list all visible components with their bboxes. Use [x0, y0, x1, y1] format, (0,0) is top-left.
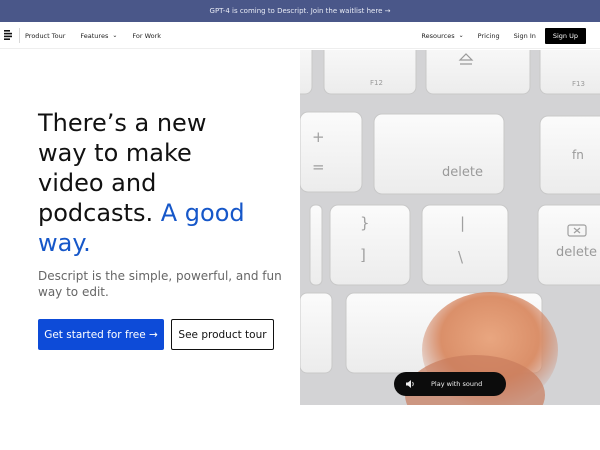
hero-title-accent-2: way.	[38, 229, 91, 257]
top-nav: Product Tour Features ⌄ For Work Resourc…	[0, 22, 600, 49]
nav-resources[interactable]: Resources ⌄	[421, 32, 463, 40]
chevron-down-icon: ⌄	[458, 32, 464, 39]
speaker-icon	[406, 380, 414, 388]
key-legend: F13	[572, 80, 585, 88]
nav-pricing-label: Pricing	[477, 31, 500, 40]
hero-title: There’s a new way to make video and podc…	[38, 108, 288, 258]
nav-divider	[19, 28, 20, 43]
nav-resources-label: Resources	[421, 31, 455, 40]
nav-product-tour[interactable]: Product Tour	[25, 32, 65, 40]
key-legend: delete	[442, 165, 483, 180]
play-with-sound-button[interactable]: Play with sound	[394, 372, 506, 396]
hero-subtitle: Descript is the simple, powerful, and fu…	[38, 269, 282, 299]
key-legend: |	[460, 214, 465, 232]
play-with-sound-label: Play with sound	[431, 380, 483, 388]
hero-title-line: way to make	[38, 139, 192, 167]
keyboard-video-frame: F12 F13 delete fn + = } ] | \ delete	[300, 50, 600, 405]
nav-for-work[interactable]: For Work	[132, 32, 161, 40]
sign-up-button[interactable]: Sign Up	[544, 27, 586, 44]
key-legend: fn	[572, 148, 584, 162]
key-legend: +	[312, 128, 325, 146]
key-legend: }	[360, 214, 370, 232]
hero-title-line: There’s a new	[38, 109, 207, 137]
nav-sign-in-label: Sign In	[513, 31, 536, 40]
announcement-banner[interactable]: GPT-4 is coming to Descript. Join the wa…	[0, 0, 600, 22]
hero-title-accent: A good	[160, 199, 245, 227]
hero-title-line: podcasts.	[38, 199, 154, 227]
nav-pricing[interactable]: Pricing	[478, 32, 500, 40]
nav-sign-in[interactable]: Sign In	[514, 32, 536, 40]
nav-features-label: Features	[80, 31, 109, 40]
key-legend: =	[312, 158, 325, 176]
nav-features[interactable]: Features ⌄	[80, 32, 117, 40]
key-legend: delete	[556, 245, 597, 260]
nav-for-work-label: For Work	[132, 31, 162, 40]
see-product-tour-button[interactable]: See product tour	[171, 319, 274, 350]
banner-text[interactable]: GPT-4 is coming to Descript. Join the wa…	[210, 7, 391, 15]
hero-title-line: video and	[38, 169, 157, 197]
key-legend: ]	[360, 246, 366, 264]
chevron-down-icon: ⌄	[112, 32, 118, 39]
nav-product-tour-label: Product Tour	[25, 31, 66, 40]
descript-logo-icon[interactable]	[4, 30, 14, 40]
get-started-button[interactable]: Get started for free →	[38, 319, 164, 350]
hero-video[interactable]: F12 F13 delete fn + = } ] | \ delete	[300, 50, 600, 405]
key-legend: F12	[370, 79, 383, 87]
